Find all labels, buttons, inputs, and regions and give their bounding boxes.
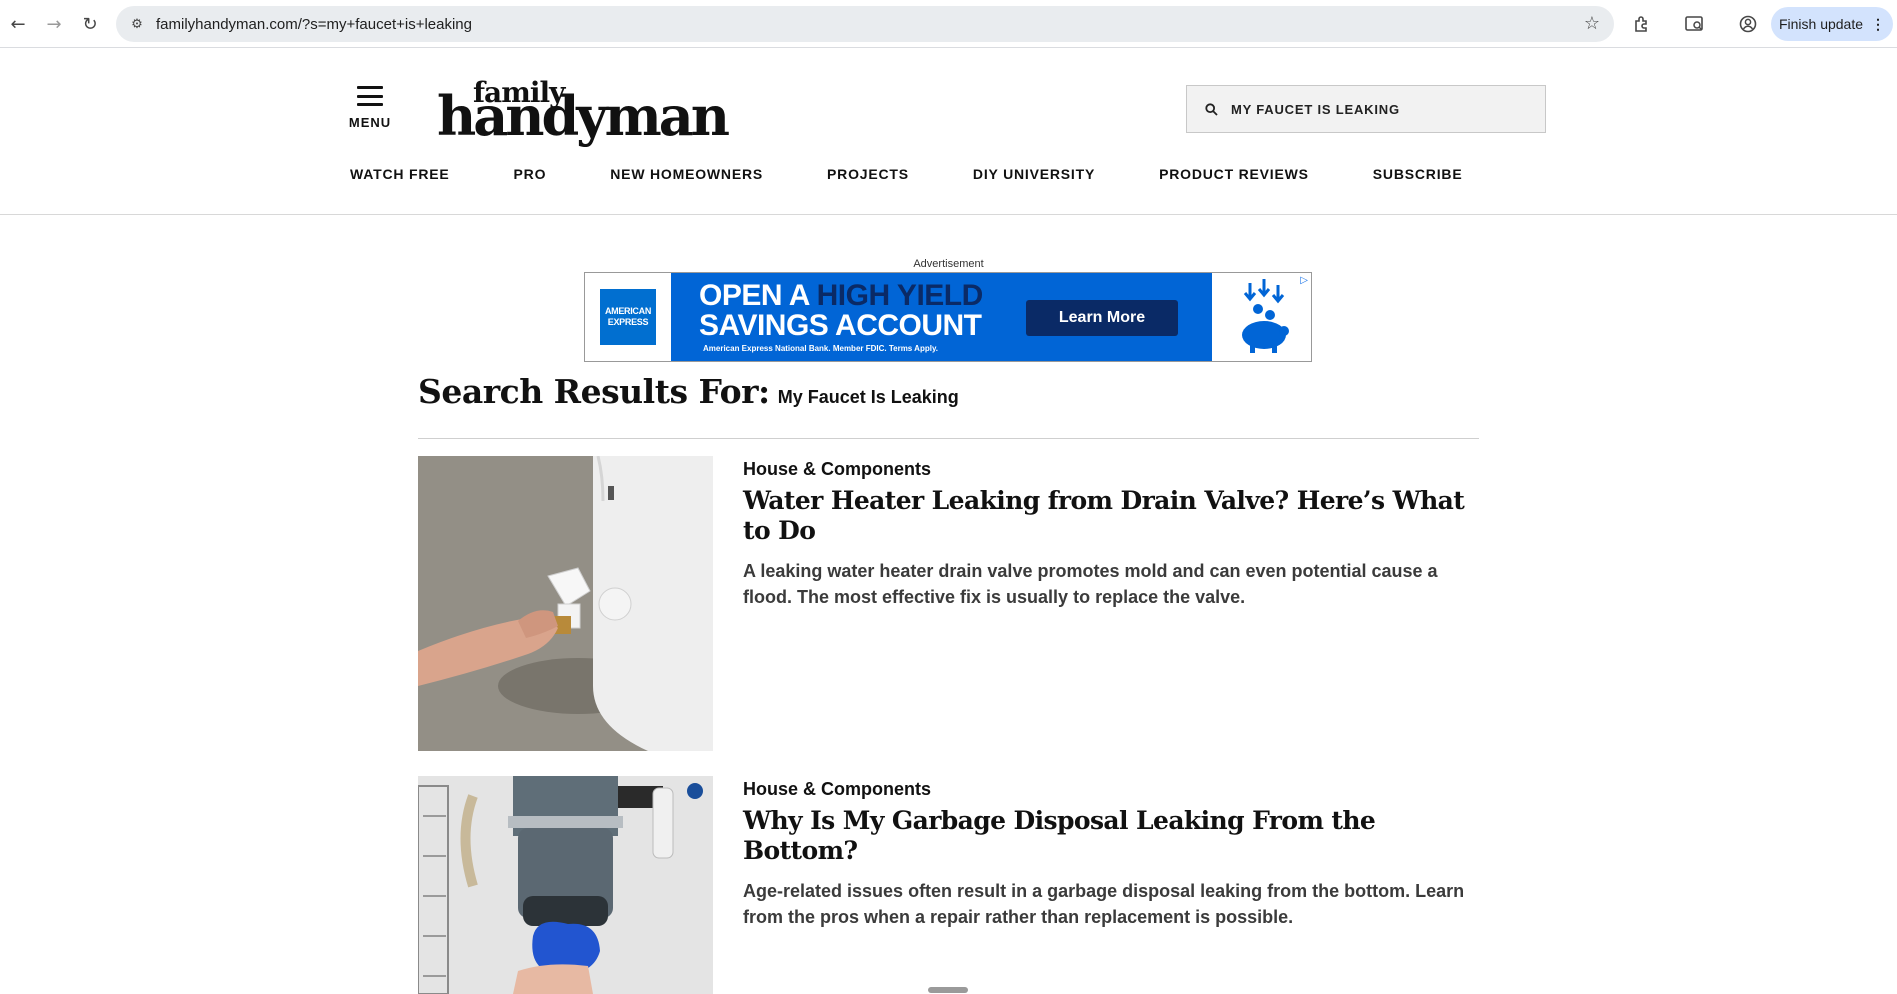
ad-headline-open: OPEN A bbox=[699, 279, 817, 312]
nav-subscribe[interactable]: SUBSCRIBE bbox=[1373, 166, 1463, 186]
bookmark-star-icon[interactable]: ☆ bbox=[1584, 13, 1600, 34]
scroll-indicator[interactable] bbox=[928, 987, 968, 993]
browser-toolbar: ← → ↻ ⚙ familyhandyman.com/?s=my+faucet+… bbox=[0, 0, 1897, 48]
result-thumbnail[interactable] bbox=[418, 776, 713, 994]
nav-diy-university[interactable]: DIY UNIVERSITY bbox=[973, 166, 1095, 186]
nav-watch-free[interactable]: WATCH FREE bbox=[350, 166, 450, 186]
finish-update-button[interactable]: Finish update ⋮ bbox=[1771, 7, 1893, 41]
result-description: Age-related issues often result in a gar… bbox=[743, 881, 1465, 927]
result-body: House & Components Water Heater Leaking … bbox=[743, 456, 1483, 610]
ad-graphic-panel: ▷ bbox=[1212, 273, 1311, 361]
result-thumbnail[interactable] bbox=[418, 456, 713, 751]
tab-search-icon[interactable] bbox=[1683, 12, 1707, 36]
ad-fine-print: American Express National Bank. Member F… bbox=[703, 344, 939, 353]
result-category[interactable]: House & Components bbox=[743, 459, 1483, 480]
profile-icon[interactable] bbox=[1736, 12, 1760, 36]
search-results-heading: Search Results For: My Faucet Is Leaking bbox=[418, 372, 959, 411]
ad-label: Advertisement bbox=[913, 258, 984, 270]
extensions-icon[interactable] bbox=[1630, 12, 1654, 36]
finish-update-label: Finish update bbox=[1778, 16, 1864, 32]
hamburger-icon bbox=[357, 86, 383, 106]
nav-projects[interactable]: PROJECTS bbox=[827, 166, 909, 186]
ad-logo-panel: AMERICAN EXPRESS bbox=[585, 273, 671, 361]
results-divider bbox=[418, 438, 1479, 439]
results-search-term: My Faucet Is Leaking bbox=[777, 387, 959, 407]
amex-logo: AMERICAN EXPRESS bbox=[600, 289, 656, 345]
piggy-bank-icon bbox=[1242, 279, 1289, 353]
ad-headline-highlight: HIGH YIELD bbox=[816, 279, 984, 312]
url-text: familyhandyman.com/?s=my+faucet+is+leaki… bbox=[156, 15, 472, 33]
search-input[interactable] bbox=[1231, 101, 1531, 117]
forward-icon[interactable]: → bbox=[42, 12, 66, 36]
result-body: House & Components Why Is My Garbage Dis… bbox=[743, 776, 1483, 930]
search-icon[interactable] bbox=[1203, 101, 1219, 117]
reload-icon[interactable]: ↻ bbox=[78, 12, 102, 36]
header-divider bbox=[0, 214, 1897, 215]
site-search[interactable] bbox=[1186, 85, 1546, 133]
menu-label: MENU bbox=[348, 115, 392, 130]
result-category[interactable]: House & Components bbox=[743, 779, 1483, 800]
ad-learn-more-button[interactable]: Learn More bbox=[1026, 300, 1178, 336]
results-heading-label: Search Results For: bbox=[418, 372, 770, 411]
result-title[interactable]: Water Heater Leaking from Drain Valve? H… bbox=[743, 486, 1483, 546]
result-description: A leaking water heater drain valve promo… bbox=[743, 561, 1438, 607]
site-info-icon[interactable]: ⚙ bbox=[128, 15, 146, 33]
result-title[interactable]: Why Is My Garbage Disposal Leaking From … bbox=[743, 806, 1483, 866]
ad-choices-icon[interactable]: ▷ bbox=[1300, 275, 1308, 286]
address-bar[interactable]: ⚙ familyhandyman.com/?s=my+faucet+is+lea… bbox=[116, 6, 1614, 42]
more-icon: ⋮ bbox=[1871, 15, 1886, 32]
ad-headline-savings: SAVINGS ACCOUNT bbox=[699, 309, 982, 342]
nav-pro[interactable]: PRO bbox=[514, 166, 547, 186]
ad-banner[interactable]: AMERICAN EXPRESS OPEN A HIGH YIELD SAVIN… bbox=[584, 272, 1312, 362]
back-icon[interactable]: ← bbox=[6, 12, 30, 36]
nav-product-reviews[interactable]: PRODUCT REVIEWS bbox=[1159, 166, 1309, 186]
logo-handyman-text: handyman bbox=[437, 84, 730, 148]
main-nav: WATCH FREE PRO NEW HOMEOWNERS PROJECTS D… bbox=[350, 166, 1526, 186]
nav-new-homeowners[interactable]: NEW HOMEOWNERS bbox=[610, 166, 763, 186]
menu-button[interactable]: MENU bbox=[348, 86, 392, 138]
ad-headline: OPEN A HIGH YIELD SAVINGS ACCOUNT bbox=[699, 281, 983, 341]
site-logo[interactable]: family handyman bbox=[437, 76, 730, 148]
